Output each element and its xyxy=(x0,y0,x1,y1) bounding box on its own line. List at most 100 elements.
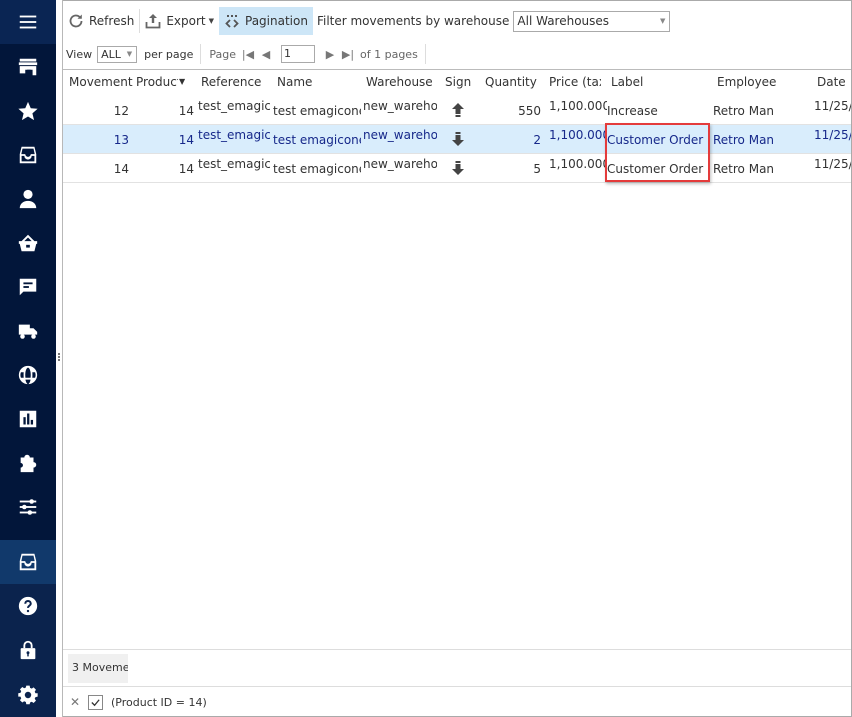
sidebar-item-customers[interactable] xyxy=(0,177,56,221)
cell-quantity[interactable]: 550 xyxy=(483,104,541,118)
store-icon xyxy=(18,58,38,76)
cell-movement[interactable]: 14 xyxy=(69,162,129,176)
sidebar-menu-toggle[interactable] xyxy=(0,0,56,44)
refresh-label: Refresh xyxy=(89,14,135,28)
refresh-button[interactable]: Refresh xyxy=(63,7,139,35)
cell-name[interactable]: test emagicone xyxy=(273,133,361,147)
previous-page-icon[interactable]: ◀ xyxy=(257,48,275,61)
page-size-select[interactable]: ALL ▼ xyxy=(97,45,138,63)
cell-employee[interactable]: Retro Man xyxy=(713,133,809,147)
cell-price[interactable]: 1,100.0000 xyxy=(549,157,607,171)
sidebar-item-international[interactable] xyxy=(0,353,56,397)
cell-price[interactable]: 1,100.0000 xyxy=(549,128,607,142)
cell-quantity[interactable]: 5 xyxy=(483,162,541,176)
column-header-price[interactable]: Price (tax xyxy=(549,75,601,89)
cell-reference[interactable]: test_emagico xyxy=(198,128,270,142)
basket-icon xyxy=(18,234,38,252)
warehouse-filter-value: All Warehouses xyxy=(517,14,610,28)
next-page-icon[interactable]: ▶ xyxy=(321,48,339,61)
column-header-product[interactable]: Product xyxy=(136,75,178,89)
sidebar-item-security[interactable] xyxy=(0,628,56,672)
last-page-icon[interactable]: ▶| xyxy=(339,48,357,61)
filter-expression[interactable]: (Product ID = 14) xyxy=(111,696,207,709)
sliders-icon xyxy=(19,499,37,515)
cell-movement[interactable]: 12 xyxy=(69,104,129,118)
cell-warehouse[interactable]: new_warehou xyxy=(363,128,437,142)
sidebar-item-modules[interactable] xyxy=(0,441,56,485)
cell-label[interactable]: Customer Order xyxy=(607,133,707,147)
cell-name[interactable]: test emagicone xyxy=(273,104,361,118)
user-icon xyxy=(19,189,37,209)
sidebar-item-stats[interactable] xyxy=(0,397,56,441)
sidebar-item-stock-movements[interactable] xyxy=(0,540,56,584)
arrow-down-icon xyxy=(452,161,464,178)
warehouse-filter-select[interactable]: All Warehouses ▼ xyxy=(513,10,671,32)
cell-label[interactable]: Customer Order xyxy=(607,162,707,176)
chevron-down-icon: ▼ xyxy=(208,17,214,25)
filter-icon[interactable]: ▼ xyxy=(179,77,185,86)
sidebar-item-configuration[interactable] xyxy=(0,672,56,717)
cell-employee[interactable]: Retro Man xyxy=(713,162,809,176)
cell-date[interactable]: 11/25/2 xyxy=(814,128,851,142)
cell-warehouse[interactable]: new_warehou xyxy=(363,157,437,171)
cell-warehouse[interactable]: new_warehou xyxy=(363,99,437,113)
cell-date[interactable]: 11/25/2 xyxy=(814,157,851,171)
page-label: Page xyxy=(209,47,236,61)
stock-movements-panel: Refresh Export ▼ Pagination Filter movem… xyxy=(63,0,852,717)
filter-enabled-checkbox[interactable] xyxy=(88,694,103,710)
column-header-label[interactable]: Label xyxy=(611,75,643,89)
chevron-down-icon: ▼ xyxy=(660,17,666,25)
cell-product[interactable]: 14 xyxy=(133,104,194,118)
column-header-movement[interactable]: Movement xyxy=(69,75,133,89)
help-icon xyxy=(18,596,38,616)
arrow-down-icon xyxy=(452,132,464,149)
sidebar-item-shipping[interactable] xyxy=(0,309,56,353)
chevron-down-icon: ▼ xyxy=(126,50,133,58)
cell-label[interactable]: Increase xyxy=(607,104,707,118)
sidebar-item-help[interactable] xyxy=(0,584,56,628)
cell-date[interactable]: 11/25/2 xyxy=(814,99,851,113)
column-header-name[interactable]: Name xyxy=(277,75,312,89)
archive-box-icon xyxy=(19,146,37,164)
sidebar-item-settings[interactable] xyxy=(0,485,56,529)
truck-icon xyxy=(18,324,38,339)
column-header-sign[interactable]: Sign xyxy=(445,75,471,89)
cell-quantity[interactable]: 2 xyxy=(483,133,541,147)
table-row[interactable]: 13 14 test_emagicotest emagiconenew_wareho… xyxy=(63,125,851,154)
warehouse-filter-label: Filter movements by warehouse xyxy=(316,14,510,28)
cell-product[interactable]: 14 xyxy=(133,162,194,176)
column-header-employee[interactable]: Employee xyxy=(717,75,776,89)
view-label: View xyxy=(66,47,93,61)
column-header-date[interactable]: Date xyxy=(817,75,846,89)
sidebar-item-store[interactable] xyxy=(0,45,56,89)
cell-employee[interactable]: Retro Man xyxy=(713,104,809,118)
first-page-icon[interactable]: |◀ xyxy=(239,48,257,61)
message-icon xyxy=(19,278,37,296)
cell-product[interactable]: 14 xyxy=(133,133,194,147)
cell-name[interactable]: test emagicone xyxy=(273,162,361,176)
export-button[interactable]: Export ▼ xyxy=(140,7,219,35)
table-row[interactable]: 12 14 test_emagicotest emagiconenew_wareho… xyxy=(63,96,851,125)
cell-movement[interactable]: 13 xyxy=(69,133,129,147)
sidebar-item-favorites[interactable] xyxy=(0,89,56,133)
inventory-icon xyxy=(19,553,37,571)
cell-reference[interactable]: test_emagico xyxy=(198,157,270,171)
pagination-toggle-button[interactable]: Pagination xyxy=(219,7,313,35)
sidebar-item-orders[interactable] xyxy=(0,133,56,177)
page-number-input[interactable]: 1 xyxy=(281,45,315,63)
cell-price[interactable]: 1,100.0000 xyxy=(549,99,607,113)
bar-chart-icon xyxy=(19,410,37,428)
export-icon xyxy=(145,14,161,29)
clear-filter-icon[interactable]: ✕ xyxy=(66,695,84,709)
sidebar-item-carts[interactable] xyxy=(0,221,56,265)
column-header-warehouse[interactable]: Warehouse xyxy=(366,75,433,89)
sidebar-item-messages[interactable] xyxy=(0,265,56,309)
refresh-icon xyxy=(69,14,83,28)
table-row[interactable]: 14 14 test_emagicotest emagiconenew_wareho… xyxy=(63,154,851,183)
column-header-quantity[interactable]: Quantity xyxy=(485,75,537,89)
column-header-reference[interactable]: Reference xyxy=(201,75,261,89)
row-count-summary: 3 Moveme xyxy=(68,654,128,683)
cell-reference[interactable]: test_emagico xyxy=(198,99,270,113)
page-count-label: of 1 pages xyxy=(360,47,418,61)
splitter-grip-icon[interactable] xyxy=(58,353,61,362)
